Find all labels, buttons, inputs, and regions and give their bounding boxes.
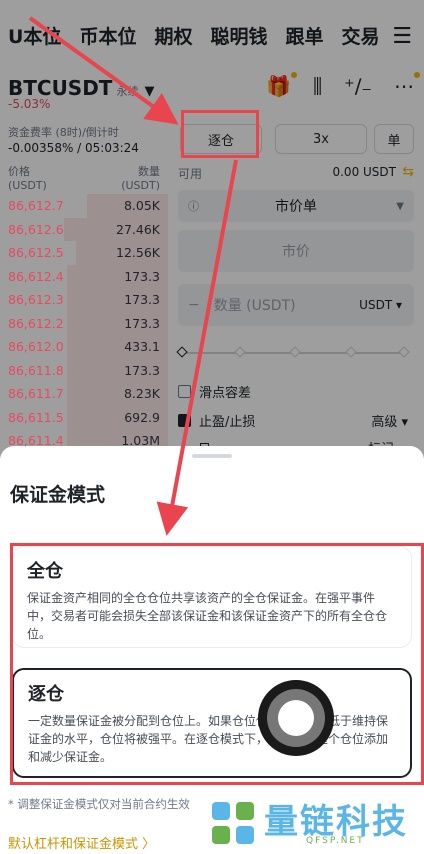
orderbook-qty: 692.9 [124,409,160,425]
orderbook-price: 86,612.2 [8,315,64,331]
orderbook-price: 86,611.7 [8,386,64,402]
orderbook-price: 86,611.8 [8,362,64,378]
orderbook-qty: 173.3 [124,292,160,308]
orderbook-qty: 8.05K [123,198,160,214]
watermark: 量链科技 QFSP.NET [206,794,424,854]
orderbook-price: 86,612.5 [8,245,64,261]
orderbook-qty: 27.46K [116,221,160,237]
orderbook-price: 86,611.5 [8,409,64,425]
orderbook-qty: 173.3 [124,315,160,331]
orderbook-price: 86,611.4 [8,433,64,449]
orderbook-qty: 173.3 [124,268,160,284]
annotation-arrows [28,16,238,536]
watermark-logo-icon [212,802,254,844]
orderbook-price: 86,612.0 [8,339,64,355]
orderbook-price: 86,612.4 [8,268,64,284]
orderbook-price: 86,612.3 [8,292,64,308]
arrow-to-margin-button [28,16,179,125]
orderbook-price: 86,612.6 [8,221,64,237]
watermark-url: QFSP.NET [306,836,365,846]
orderbook-qty: 12.56K [116,245,160,261]
orderbook-qty: 173.3 [124,362,160,378]
orderbook-qty: 1.03M [121,433,160,449]
orderbook-qty: 8.23K [123,386,160,402]
orderbook-qty: 433.1 [124,339,160,355]
orderbook-price: 86,612.7 [8,198,64,214]
touch-indicator [258,680,334,756]
arrow-to-options [156,159,238,536]
